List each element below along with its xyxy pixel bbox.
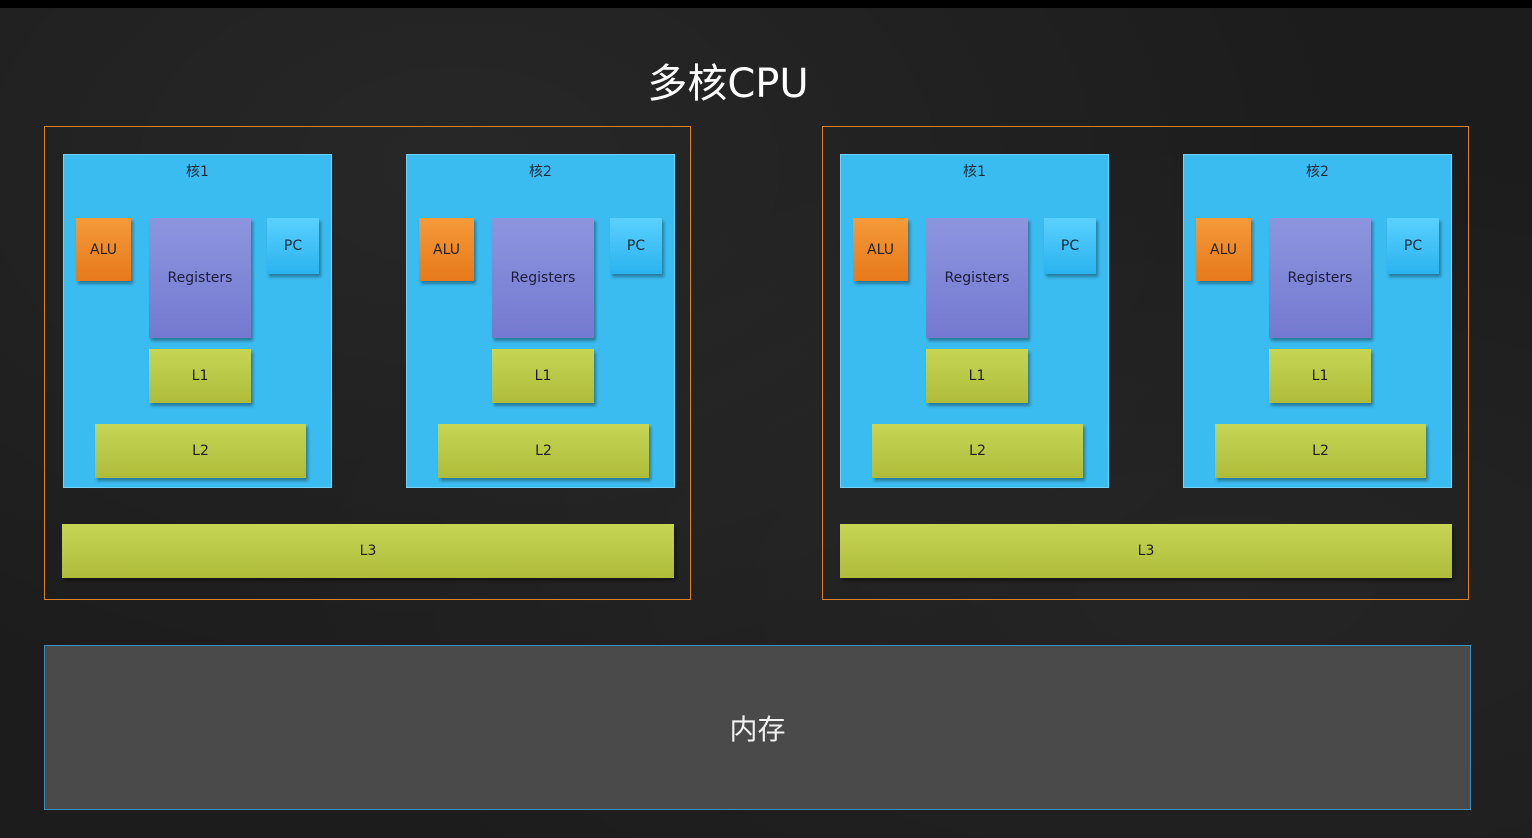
l1-cache: L1 [1269, 349, 1371, 403]
registers-block: Registers [149, 218, 251, 338]
core-2: 核2 ALU Registers PC L1 L2 [1183, 154, 1452, 488]
core-label: 核2 [1306, 164, 1329, 180]
l1-cache: L1 [492, 349, 594, 403]
core-label: 核2 [529, 164, 552, 180]
pc-block: PC [610, 218, 662, 274]
pc-block: PC [1044, 218, 1096, 274]
l1-cache: L1 [926, 349, 1028, 403]
l2-cache: L2 [438, 424, 649, 478]
registers-block: Registers [492, 218, 594, 338]
l2-cache: L2 [1215, 424, 1426, 478]
l3-cache: L3 [62, 524, 674, 578]
l2-cache: L2 [872, 424, 1083, 478]
core-1: 核1 ALU Registers PC L1 L2 [840, 154, 1109, 488]
l3-cache: L3 [840, 524, 1452, 578]
registers-block: Registers [926, 218, 1028, 338]
top-bar [0, 0, 1532, 8]
diagram-title: 多核CPU [647, 61, 809, 107]
l1-cache: L1 [149, 349, 251, 403]
core-2: 核2 ALU Registers PC L1 L2 [406, 154, 675, 488]
cpu-package-2: 核1 ALU Registers PC L1 L2 核2 ALU Registe… [822, 126, 1469, 600]
pc-block: PC [267, 218, 319, 274]
alu-block: ALU [853, 218, 908, 281]
cpu-package-1: 核1 ALU Registers PC L1 L2 核2 ALU Registe… [44, 126, 691, 600]
core-1: 核1 ALU Registers PC L1 L2 [63, 154, 332, 488]
registers-block: Registers [1269, 218, 1371, 338]
core-label: 核1 [186, 164, 209, 180]
l2-cache: L2 [95, 424, 306, 478]
core-label: 核1 [963, 164, 986, 180]
alu-block: ALU [419, 218, 474, 281]
main-memory: 内存 [44, 645, 1471, 810]
alu-block: ALU [1196, 218, 1251, 281]
pc-block: PC [1387, 218, 1439, 274]
alu-block: ALU [76, 218, 131, 281]
